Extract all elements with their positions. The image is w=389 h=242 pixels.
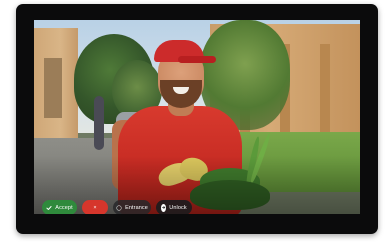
lock-icon [161,203,167,212]
unlock-label: Unlock [169,204,187,211]
entrance-button[interactable]: Entrance [113,200,151,214]
door-icon [116,204,122,211]
decline-button[interactable]: × [82,200,108,214]
checkmark-icon [46,205,52,211]
close-icon: × [93,204,97,211]
call-controls: Accept × Entrance Unlock [42,200,192,214]
video-call-screen: Accept × Entrance Unlock [34,20,360,214]
tablet-device: Accept × Entrance Unlock [16,4,378,234]
accept-button[interactable]: Accept [42,200,77,214]
bottom-shade [34,20,360,214]
camera-feed [34,20,360,214]
accept-label: Accept [55,204,73,211]
unlock-button[interactable]: Unlock [156,200,192,214]
entrance-label: Entrance [125,204,148,211]
